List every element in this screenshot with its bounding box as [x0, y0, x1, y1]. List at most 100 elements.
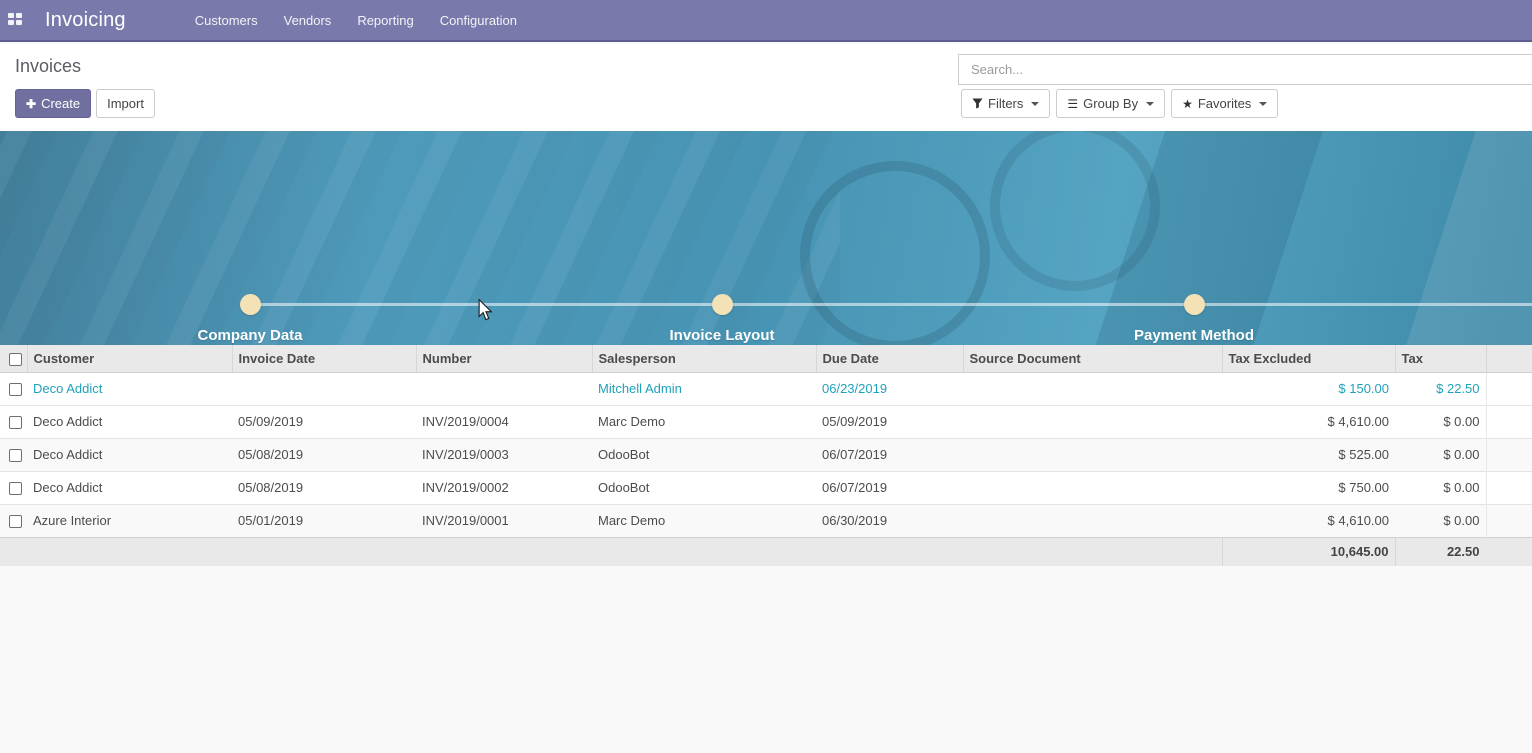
table-row[interactable]: Deco Addict 05/09/2019 INV/2019/0004 Mar…: [0, 405, 1532, 438]
cell-spacer: [1486, 504, 1532, 537]
search-option-buttons: Filters ☰ Group By ★ Favorites: [961, 89, 1278, 118]
cell-invoice-date[interactable]: 05/08/2019: [232, 438, 416, 471]
control-panel: Invoices ✚ Create Import Filters ☰ Group…: [0, 44, 1532, 131]
cell-tax[interactable]: $ 0.00: [1395, 471, 1486, 504]
cell-customer[interactable]: Deco Addict: [27, 372, 232, 405]
table-row[interactable]: Deco Addict Mitchell Admin 06/23/2019 $ …: [0, 372, 1532, 405]
column-header-tax[interactable]: Tax: [1395, 345, 1486, 372]
cell-tax[interactable]: $ 0.00: [1395, 504, 1486, 537]
table-row[interactable]: Azure Interior 05/01/2019 INV/2019/0001 …: [0, 504, 1532, 537]
cell-customer[interactable]: Deco Addict: [27, 438, 232, 471]
column-header-invoice-date[interactable]: Invoice Date: [232, 345, 416, 372]
cell-invoice-date[interactable]: 05/09/2019: [232, 405, 416, 438]
cell-source-document[interactable]: [963, 438, 1222, 471]
favorites-button[interactable]: ★ Favorites: [1171, 89, 1278, 118]
row-checkbox[interactable]: [9, 482, 22, 495]
column-header-number[interactable]: Number: [416, 345, 592, 372]
banner-glasses-decoration: [990, 131, 1160, 291]
cell-invoice-date[interactable]: 05/01/2019: [232, 504, 416, 537]
row-checkbox[interactable]: [9, 383, 22, 396]
cell-source-document[interactable]: [963, 372, 1222, 405]
column-header-due-date[interactable]: Due Date: [816, 345, 963, 372]
cell-salesperson[interactable]: Marc Demo: [592, 504, 816, 537]
banner-glasses-decoration: [800, 161, 990, 345]
favorites-button-label: Favorites: [1198, 96, 1251, 111]
cell-tax-excluded[interactable]: $ 4,610.00: [1222, 504, 1395, 537]
apps-grid-square: [8, 20, 14, 25]
apps-grid-square: [16, 20, 22, 25]
cell-spacer: [1486, 438, 1532, 471]
search-input[interactable]: [958, 54, 1532, 85]
select-all-checkbox[interactable]: [9, 353, 22, 366]
cell-salesperson[interactable]: Marc Demo: [592, 405, 816, 438]
cell-source-document[interactable]: [963, 504, 1222, 537]
cell-number[interactable]: [416, 372, 592, 405]
cell-due-date[interactable]: 06/07/2019: [816, 471, 963, 504]
row-checkbox[interactable]: [9, 515, 22, 528]
filter-icon: [972, 98, 983, 109]
cell-tax-excluded[interactable]: $ 525.00: [1222, 438, 1395, 471]
column-header-source-document[interactable]: Source Document: [963, 345, 1222, 372]
cell-due-date[interactable]: 06/30/2019: [816, 504, 963, 537]
row-checkbox[interactable]: [9, 416, 22, 429]
import-button-label: Import: [107, 96, 144, 111]
nav-item-configuration[interactable]: Configuration: [427, 1, 530, 40]
group-by-button[interactable]: ☰ Group By: [1056, 89, 1165, 118]
cell-source-document[interactable]: [963, 405, 1222, 438]
row-select-cell: [0, 471, 27, 504]
step-dot-invoice-layout: [712, 294, 733, 315]
filters-button-label: Filters: [988, 96, 1023, 111]
cell-number[interactable]: INV/2019/0003: [416, 438, 592, 471]
totals-empty-cell: [0, 537, 27, 566]
app-title[interactable]: Invoicing: [45, 9, 126, 32]
step-dot-payment-method: [1184, 294, 1205, 315]
table-row[interactable]: Deco Addict 05/08/2019 INV/2019/0003 Odo…: [0, 438, 1532, 471]
banner-shade-decoration: [1087, 131, 1322, 345]
table-header-row: Customer Invoice Date Number Salesperson…: [0, 345, 1532, 372]
cell-invoice-date[interactable]: 05/08/2019: [232, 471, 416, 504]
cell-number[interactable]: INV/2019/0002: [416, 471, 592, 504]
column-header-tax-excluded[interactable]: Tax Excluded: [1222, 345, 1395, 372]
chevron-down-icon: [1146, 102, 1154, 106]
cell-customer[interactable]: Deco Addict: [27, 405, 232, 438]
cell-tax[interactable]: $ 0.00: [1395, 405, 1486, 438]
cell-salesperson[interactable]: OdooBot: [592, 438, 816, 471]
cell-source-document[interactable]: [963, 471, 1222, 504]
nav-item-customers[interactable]: Customers: [182, 1, 271, 40]
import-button[interactable]: Import: [96, 89, 155, 118]
nav-item-vendors[interactable]: Vendors: [271, 1, 345, 40]
cell-customer[interactable]: Azure Interior: [27, 504, 232, 537]
row-select-cell: [0, 438, 27, 471]
cell-salesperson[interactable]: Mitchell Admin: [592, 372, 816, 405]
create-button[interactable]: ✚ Create: [15, 89, 91, 118]
totals-empty-cell: [232, 537, 416, 566]
apps-grid-icon[interactable]: [8, 13, 24, 27]
cell-tax-excluded[interactable]: $ 150.00: [1222, 372, 1395, 405]
row-checkbox[interactable]: [9, 449, 22, 462]
cell-number[interactable]: INV/2019/0001: [416, 504, 592, 537]
chevron-down-icon: [1031, 102, 1039, 106]
step-title: Invoice Layout: [602, 327, 842, 344]
cell-tax[interactable]: $ 0.00: [1395, 438, 1486, 471]
cell-spacer: [1486, 405, 1532, 438]
cell-salesperson[interactable]: OdooBot: [592, 471, 816, 504]
table-row[interactable]: Deco Addict 05/08/2019 INV/2019/0002 Odo…: [0, 471, 1532, 504]
cell-tax[interactable]: $ 22.50: [1395, 372, 1486, 405]
cell-spacer: [1486, 471, 1532, 504]
cell-due-date[interactable]: 06/07/2019: [816, 438, 963, 471]
cell-tax-excluded[interactable]: $ 4,610.00: [1222, 405, 1395, 438]
column-header-customer[interactable]: Customer: [27, 345, 232, 372]
cell-invoice-date[interactable]: [232, 372, 416, 405]
cell-due-date[interactable]: 05/09/2019: [816, 405, 963, 438]
invoices-table: Customer Invoice Date Number Salesperson…: [0, 345, 1532, 566]
onboarding-banner: Company Data Set your company's data for…: [0, 131, 1532, 345]
column-header-salesperson[interactable]: Salesperson: [592, 345, 816, 372]
cell-customer[interactable]: Deco Addict: [27, 471, 232, 504]
nav-item-reporting[interactable]: Reporting: [344, 1, 426, 40]
table-totals-row: 10,645.00 22.50: [0, 537, 1532, 566]
cell-due-date[interactable]: 06/23/2019: [816, 372, 963, 405]
cell-number[interactable]: INV/2019/0004: [416, 405, 592, 438]
filters-button[interactable]: Filters: [961, 89, 1050, 118]
cell-tax-excluded[interactable]: $ 750.00: [1222, 471, 1395, 504]
totals-empty-cell: [592, 537, 816, 566]
